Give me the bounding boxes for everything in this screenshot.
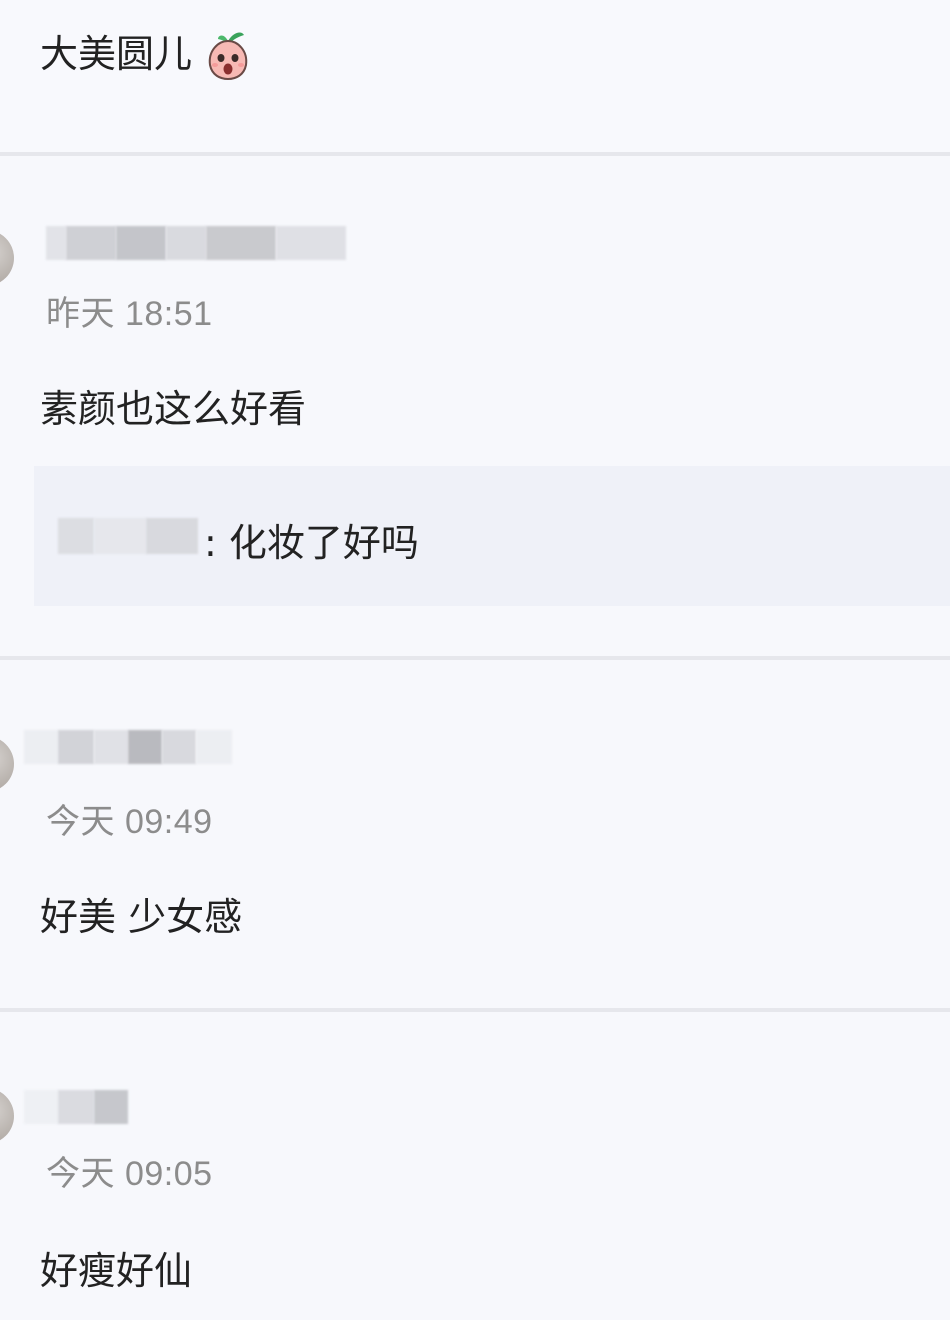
avatar[interactable] xyxy=(0,230,14,286)
top-comment: 大美圆儿 xyxy=(0,0,950,152)
comment-text: 好美 少女感 xyxy=(40,895,243,939)
top-comment-text: 大美圆儿 xyxy=(40,32,193,76)
avatar[interactable] xyxy=(0,736,14,792)
comment-time: 今天 09:05 xyxy=(46,1155,213,1193)
comment-text: 素颜也这么好看 xyxy=(40,387,307,431)
comment-item: 今天 09:05 好瘦好仙 xyxy=(0,1012,950,1320)
top-comment-text-row: 大美圆儿 xyxy=(40,28,252,81)
comment-item: 今天 09:49 好美 少女感 xyxy=(0,660,950,1008)
username-blurred[interactable] xyxy=(24,730,232,764)
reply-text: : 化妆了好吗 xyxy=(204,521,419,565)
username-blurred[interactable] xyxy=(24,1090,128,1124)
surprised-radish-emoji-icon xyxy=(204,29,252,81)
avatar[interactable] xyxy=(0,1088,14,1144)
comment-time: 今天 09:49 xyxy=(46,803,213,841)
reply-box[interactable]: : 化妆了好吗 xyxy=(34,466,950,606)
comment-time: 昨天 18:51 xyxy=(46,295,213,333)
reply-username-blurred[interactable] xyxy=(58,518,198,554)
username-blurred[interactable] xyxy=(46,226,346,260)
comment-text: 好瘦好仙 xyxy=(40,1249,193,1293)
comment-item: 昨天 18:51 素颜也这么好看 : 化妆了好吗 xyxy=(0,156,950,656)
